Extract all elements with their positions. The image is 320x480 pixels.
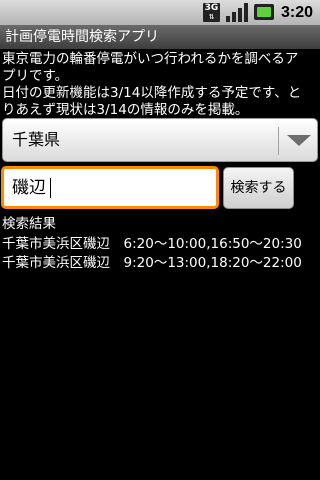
status-time: 3:20 bbox=[281, 4, 314, 21]
results-header: 検索結果 bbox=[2, 216, 56, 232]
result-row: 千葉市美浜区磯辺 9:20～13:00,18:20～22:00 bbox=[2, 255, 302, 271]
description-line: プリです。 bbox=[2, 68, 69, 84]
description-line: 東京電力の輪番停電がいつ行われるかを調べるア bbox=[2, 51, 299, 67]
description-line: りあえず現状は3/14の情報のみを掲載。 bbox=[2, 102, 249, 118]
app-title: 計画停電時間検索アプリ bbox=[5, 29, 159, 45]
prefecture-select[interactable]: 千葉県 bbox=[2, 118, 318, 162]
title-bar: 計画停電時間検索アプリ bbox=[0, 25, 320, 49]
search-button[interactable]: 検索する bbox=[223, 167, 294, 209]
search-input[interactable]: 磯辺 bbox=[1, 166, 219, 209]
3g-icon: 3G ⇅ bbox=[203, 3, 220, 22]
search-input-value: 磯辺 bbox=[12, 178, 46, 198]
chevron-down-icon bbox=[287, 135, 311, 146]
battery-icon bbox=[254, 4, 274, 20]
text-caret bbox=[50, 178, 51, 198]
result-row: 千葉市美浜区磯辺 6:20～10:00,16:50～20:30 bbox=[2, 235, 302, 252]
status-bar: 3G ⇅ 3:20 bbox=[0, 0, 320, 25]
search-results: 検索結果 千葉市美浜区磯辺 6:20～10:00,16:50～20:30 千葉市… bbox=[2, 215, 318, 274]
app-description: 東京電力の輪番停電がいつ行われるかを調べるア プリです。 日付の更新機能は3/1… bbox=[2, 51, 318, 119]
spinner-divider bbox=[278, 127, 279, 155]
prefecture-select-value: 千葉県 bbox=[12, 130, 61, 149]
description-line: 日付の更新機能は3/14以降作成する予定です、と bbox=[2, 85, 302, 101]
signal-icon bbox=[226, 3, 248, 22]
